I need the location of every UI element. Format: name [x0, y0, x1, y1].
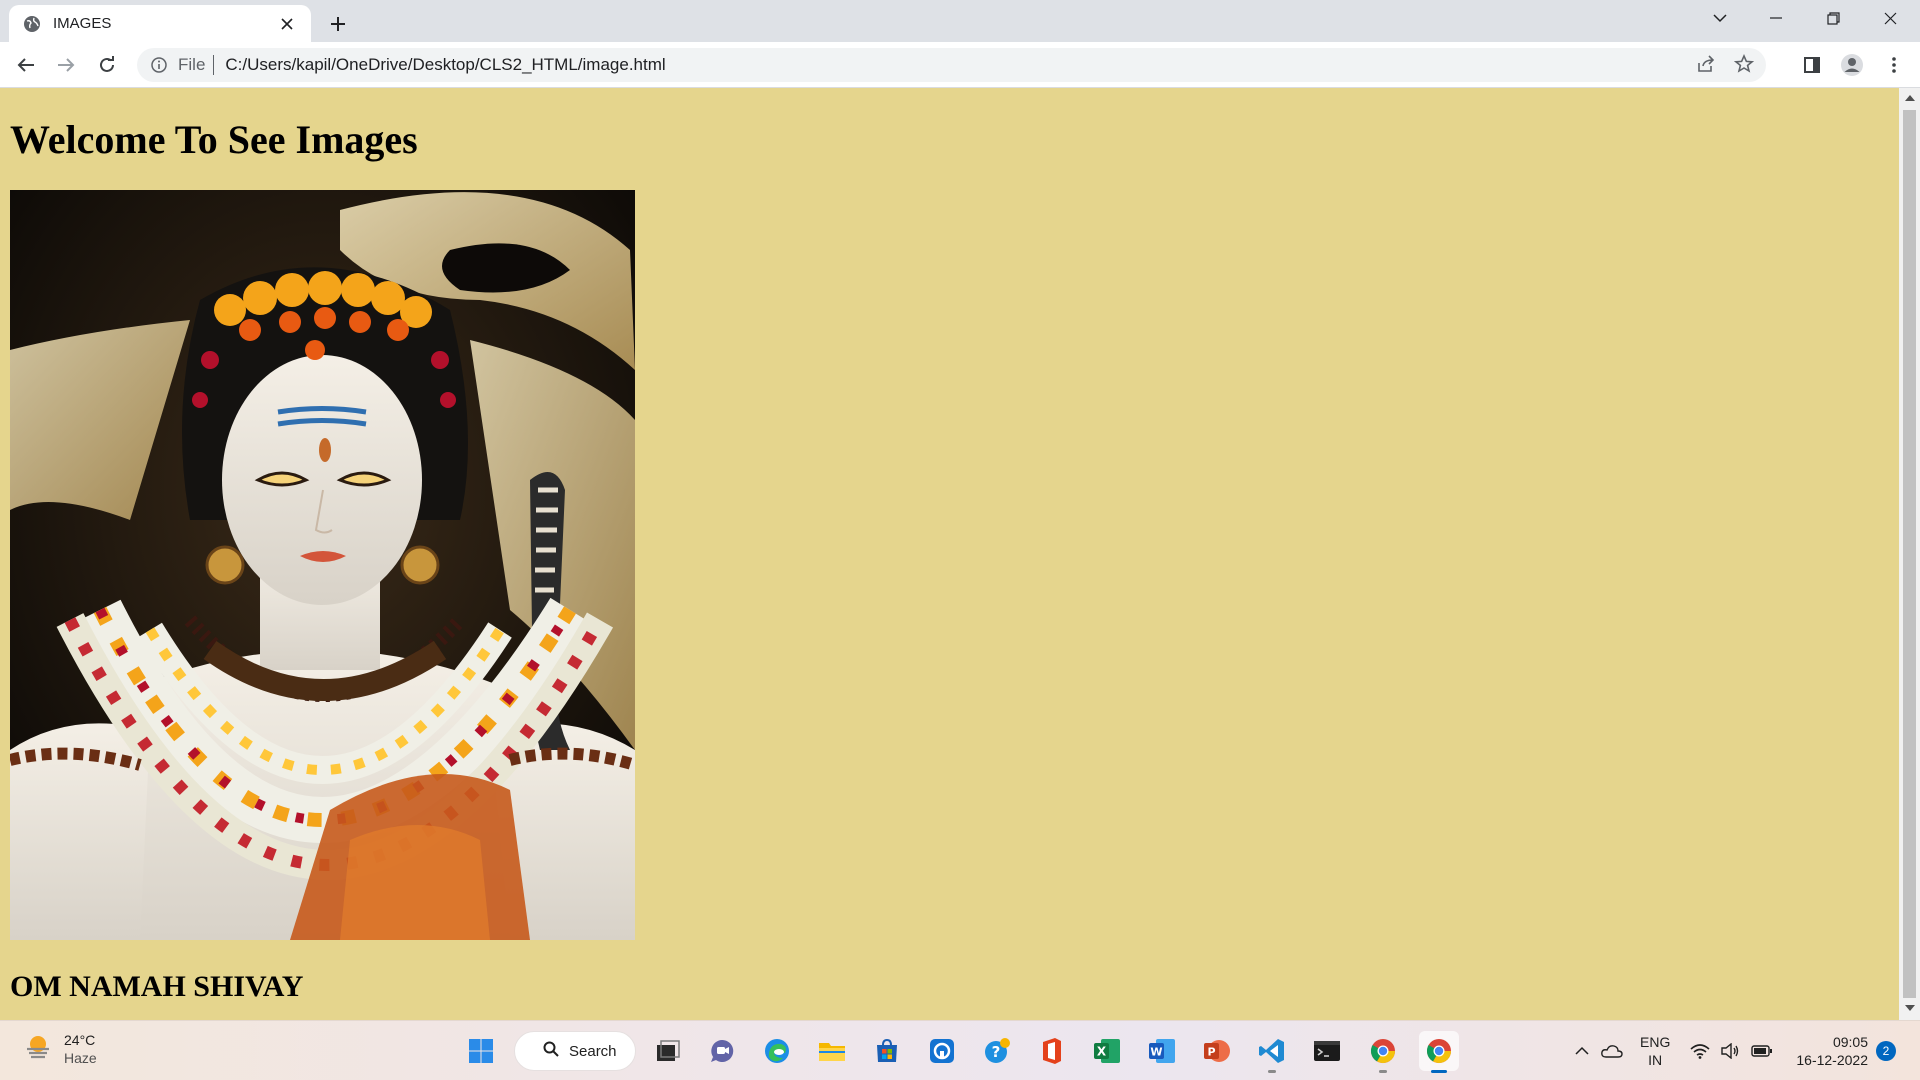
back-arrow-icon[interactable] [10, 49, 42, 81]
taskbar-clock[interactable]: 09:05 16-12-2022 [1790, 1033, 1868, 1069]
microsoft-store-icon[interactable] [867, 1031, 907, 1071]
url-text[interactable]: C:/Users/kapil/OneDrive/Desktop/CLS2_HTM… [225, 55, 665, 75]
running-indicator [1379, 1070, 1387, 1073]
browser-tab[interactable]: IMAGES [9, 5, 311, 42]
svg-text:W: W [1150, 1046, 1162, 1059]
profile-avatar-icon[interactable] [1836, 49, 1868, 81]
minimize-icon[interactable] [1748, 0, 1804, 36]
url-scheme-label: File [178, 55, 206, 74]
browser-toolbar: File C:/Users/kapil/OneDrive/Desktop/CLS… [0, 42, 1920, 88]
start-windows-icon[interactable] [461, 1031, 501, 1071]
volume-icon[interactable] [1718, 1031, 1742, 1071]
vscode-icon[interactable] [1252, 1031, 1292, 1073]
file-explorer-icon[interactable] [812, 1031, 852, 1071]
globe-icon [23, 15, 41, 33]
menu-kebab-icon[interactable] [1878, 49, 1910, 81]
search-icon [543, 1041, 559, 1062]
chrome-icon[interactable] [1363, 1031, 1403, 1073]
chrome-active-icon[interactable] [1419, 1031, 1459, 1073]
active-indicator [1431, 1070, 1447, 1073]
site-info-icon[interactable] [149, 55, 169, 75]
svg-text:P: P [1207, 1046, 1215, 1059]
tab-close-icon[interactable] [277, 14, 297, 34]
page-heading: Welcome To See Images [10, 117, 418, 162]
onedrive-cloud-icon[interactable] [1600, 1031, 1624, 1071]
clock-time: 09:05 [1832, 1034, 1868, 1050]
tab-search-icon[interactable] [1692, 0, 1748, 36]
restore-icon[interactable] [1805, 0, 1861, 36]
share-icon[interactable] [1696, 54, 1716, 79]
haze-weather-icon [24, 1033, 52, 1066]
weather-widget[interactable]: 24°C Haze [24, 1031, 97, 1067]
tab-strip: IMAGES [0, 0, 1920, 42]
new-tab-icon[interactable] [324, 10, 352, 38]
battery-icon[interactable] [1750, 1031, 1774, 1071]
bookmark-star-icon[interactable] [1733, 54, 1755, 79]
address-bar[interactable]: File C:/Users/kapil/OneDrive/Desktop/CLS… [137, 48, 1766, 82]
edge-browser-icon[interactable] [757, 1031, 797, 1071]
wifi-icon[interactable] [1688, 1031, 1712, 1071]
page-caption: OM NAMAH SHIVAY [10, 970, 304, 1003]
clock-date: 16-12-2022 [1796, 1052, 1868, 1068]
language-region: IN [1648, 1052, 1663, 1068]
svg-text:?: ? [992, 1043, 1001, 1061]
scroll-down-arrow-icon[interactable] [1904, 1002, 1915, 1013]
weather-temperature: 24°C [64, 1032, 96, 1048]
running-indicator [1268, 1070, 1276, 1073]
terminal-icon[interactable] [1307, 1031, 1347, 1071]
tab-title: IMAGES [53, 15, 112, 32]
page-viewport: Welcome To See Images OM NAMAH SHIVAY [0, 88, 1899, 1020]
scroll-up-arrow-icon[interactable] [1904, 92, 1915, 103]
taskbar-search[interactable]: Search [514, 1031, 636, 1071]
windows-taskbar: 24°C Haze Search ? X W P ENG IN 09:05 16… [0, 1020, 1920, 1080]
excel-icon[interactable]: X [1087, 1031, 1127, 1071]
language-code: ENG [1640, 1034, 1671, 1050]
url-separator [213, 55, 215, 75]
close-window-icon[interactable] [1862, 0, 1918, 36]
word-icon[interactable]: W [1142, 1031, 1182, 1071]
forward-arrow-icon[interactable] [50, 49, 82, 81]
language-indicator[interactable]: ENG IN [1640, 1033, 1670, 1069]
notification-badge[interactable]: 2 [1876, 1041, 1896, 1061]
weather-condition: Haze [64, 1050, 97, 1066]
search-label: Search [569, 1042, 617, 1060]
task-view-icon[interactable] [647, 1031, 687, 1071]
office-icon[interactable] [1032, 1031, 1072, 1071]
get-help-icon[interactable]: ? [977, 1031, 1017, 1071]
shiva-image [10, 190, 635, 940]
svg-text:X: X [1097, 1045, 1107, 1059]
vertical-scrollbar[interactable] [1899, 88, 1920, 1020]
teams-chat-icon[interactable] [702, 1031, 742, 1071]
powerpoint-icon[interactable]: P [1197, 1031, 1237, 1071]
scrollbar-thumb[interactable] [1903, 110, 1916, 998]
show-hidden-icons-chevron-icon[interactable] [1572, 1031, 1592, 1071]
side-panel-icon[interactable] [1796, 49, 1828, 81]
blue-app-icon[interactable] [922, 1031, 962, 1071]
reload-icon[interactable] [91, 49, 123, 81]
